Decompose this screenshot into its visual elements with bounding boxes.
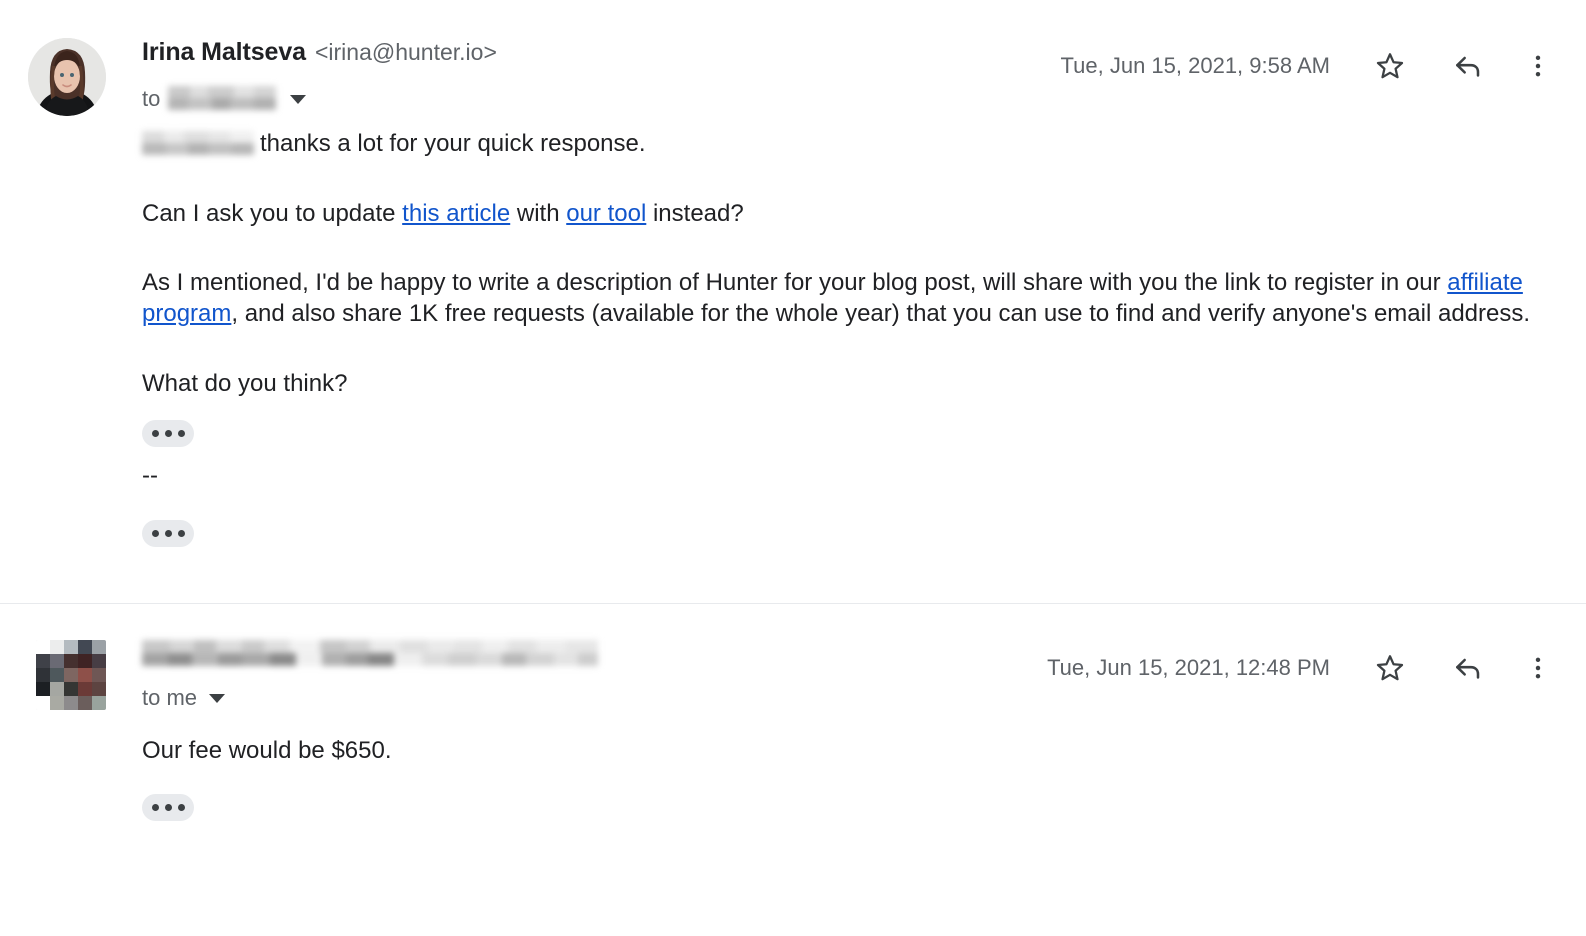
body-paragraph-3: As I mentioned, I'd be happy to write a … bbox=[142, 268, 1544, 329]
message-2-header: to me Tue, Jun 15, 2021, 12:48 PM bbox=[0, 640, 1586, 714]
dot bbox=[151, 804, 159, 812]
dot bbox=[151, 530, 159, 538]
body-paragraph-2: Can I ask you to update this article wit… bbox=[142, 199, 1544, 230]
body-paragraph-4: What do you think? bbox=[142, 369, 348, 397]
more-vertical-icon[interactable] bbox=[1514, 42, 1562, 90]
body-greeting-text: thanks a lot for your quick response. bbox=[260, 130, 646, 157]
para3-post: , and also share 1K free requests (avail… bbox=[231, 300, 1531, 328]
dot bbox=[164, 530, 172, 538]
body-greeting: thanks a lot for your quick response. bbox=[142, 129, 1544, 160]
signature-separator: -- bbox=[142, 461, 158, 489]
reply-icon[interactable] bbox=[1444, 42, 1492, 90]
avatar bbox=[28, 38, 106, 116]
our-tool-link[interactable]: our tool bbox=[566, 200, 646, 227]
reply-icon[interactable] bbox=[1444, 644, 1492, 692]
dot bbox=[164, 429, 172, 437]
avatar bbox=[36, 640, 106, 711]
para2-post: instead? bbox=[646, 199, 744, 227]
dot bbox=[177, 429, 185, 437]
body-paragraph-1: Our fee would be $650. bbox=[142, 737, 392, 765]
star-icon[interactable] bbox=[1366, 644, 1414, 692]
recipient-label: to me bbox=[142, 685, 198, 711]
chevron-down-icon[interactable] bbox=[209, 693, 226, 703]
para3-pre: As I mentioned, I'd be happy to write a … bbox=[142, 269, 1448, 297]
message-1-body: thanks a lot for your quick response. Ca… bbox=[142, 129, 1586, 548]
timestamp: Tue, Jun 15, 2021, 9:58 AM bbox=[1060, 53, 1330, 78]
show-trimmed-content-icon[interactable] bbox=[142, 520, 194, 548]
message-2-meta: Tue, Jun 15, 2021, 12:48 PM bbox=[1047, 648, 1562, 688]
message-1-meta: Tue, Jun 15, 2021, 9:58 AM bbox=[1061, 46, 1562, 86]
para2-mid: with bbox=[510, 199, 567, 227]
recipient-line[interactable]: to bbox=[142, 83, 1562, 115]
dot bbox=[164, 804, 172, 812]
more-vertical-icon[interactable] bbox=[1514, 644, 1562, 692]
sender-name: Irina Maltseva bbox=[142, 38, 306, 66]
message-2: to me Tue, Jun 15, 2021, 12:48 PM Our fe… bbox=[0, 604, 1586, 822]
star-icon[interactable] bbox=[1366, 42, 1414, 90]
message-1: Irina Maltseva <irina@hunter.io> to Tue,… bbox=[0, 0, 1586, 604]
this-article-link[interactable]: this article bbox=[402, 200, 510, 227]
para2-pre: Can I ask you to update bbox=[142, 199, 403, 227]
show-trimmed-content-icon[interactable] bbox=[142, 794, 194, 822]
redacted-sender-name bbox=[142, 640, 598, 667]
show-trimmed-content-icon[interactable] bbox=[142, 419, 194, 447]
timestamp: Tue, Jun 15, 2021, 12:48 PM bbox=[1047, 655, 1330, 681]
dot bbox=[177, 530, 185, 538]
email-thread: Irina Maltseva <irina@hunter.io> to Tue,… bbox=[0, 0, 1586, 936]
recipient-label: to bbox=[142, 86, 161, 111]
chevron-down-icon[interactable] bbox=[290, 94, 307, 104]
redacted-greeting-name bbox=[142, 130, 254, 155]
dot bbox=[177, 804, 185, 812]
message-2-body: Our fee would be $650. bbox=[142, 736, 1586, 822]
dot bbox=[151, 429, 159, 437]
sender-email: <irina@hunter.io> bbox=[314, 39, 497, 65]
message-1-header: Irina Maltseva <irina@hunter.io> to Tue,… bbox=[0, 38, 1586, 116]
redacted-recipient bbox=[168, 85, 277, 110]
